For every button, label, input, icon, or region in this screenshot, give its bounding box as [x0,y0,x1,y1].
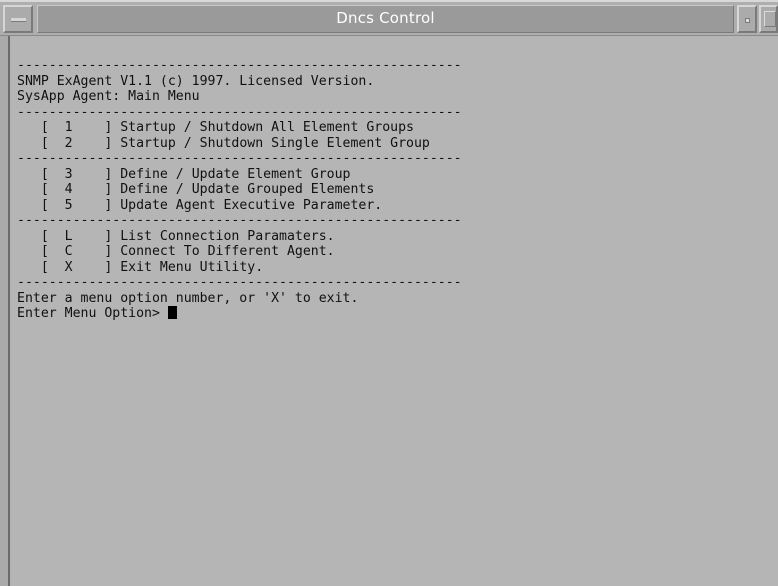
header-line: SNMP ExAgent V1.1 (c) 1997. Licensed Ver… [17,73,375,89]
menu-option-bracket: ] [72,166,121,182]
menu-option-bracket: [ [17,182,65,197]
menu-option-label: Connect To Different Agent. [120,244,335,259]
menu-option-label: List Connection Paramaters. [120,228,335,244]
menu-option-label: Define / Update Element Group [120,166,351,182]
divider: ----------------------------------------… [17,213,462,228]
menu-option-bracket: [ [17,244,65,259]
menu-option-3: [ 3 ] Define / Update Element Group [17,167,462,183]
menu-option-2: [ 2 ] Startup / Shutdown Single Element … [17,136,462,152]
window-menu-icon-glyph [11,18,26,22]
menu-option-label: Startup / Shutdown All Element Groups [120,120,414,135]
divider: ----------------------------------------… [17,275,462,290]
terminal-area[interactable]: ----------------------------------------… [12,36,778,586]
menu-option-bracket: ] [72,135,121,151]
divider: ----------------------------------------… [17,151,462,166]
menu-option-bracket: ] [72,182,121,197]
prompt-text: Enter Menu Option> [17,306,168,321]
menu-option-bracket: ] [72,259,121,275]
prompt-line[interactable]: Enter Menu Option> [17,306,462,322]
divider: ----------------------------------------… [17,58,462,73]
menu-option-bracket: [ [17,197,65,213]
menu-option-bracket: [ [17,166,65,182]
menu-option-5: [ 5 ] Update Agent Executive Parameter. [17,198,462,214]
window-menu-icon[interactable] [3,5,33,33]
header-line: SysApp Agent: Main Menu [17,89,200,104]
menu-option-bracket: [ [17,135,65,151]
menu-option-bracket: ] [72,197,121,213]
menu-option-bracket: [ [17,120,65,135]
menu-option-x: [ X ] Exit Menu Utility. [17,260,462,276]
maximize-icon-glyph [764,11,776,27]
menu-option-key: C [64,244,73,259]
menu-option-4: [ 4 ] Define / Update Grouped Elements [17,182,462,198]
minimize-icon-glyph [745,18,750,23]
menu-option-label: Update Agent Executive Parameter. [120,197,383,213]
text-cursor[interactable] [167,306,177,319]
menu-option-key: 1 [64,120,73,135]
menu-option-key: 5 [64,197,73,213]
menu-option-label: Define / Update Grouped Elements [120,182,375,197]
menu-option-key: 4 [64,182,73,197]
divider: ----------------------------------------… [17,104,462,120]
instruction-text: Enter a menu option number, or 'X' to ex… [17,290,359,306]
menu-option-label: Startup / Shutdown Single Element Group [120,135,430,151]
menu-option-key: 2 [64,135,73,151]
window-frame-left[interactable] [0,36,10,586]
menu-option-key: L [64,228,73,244]
title-area[interactable]: Dncs Control [37,5,734,33]
menu-option-key: X [64,259,73,275]
menu-option-c: [ C ] Connect To Different Agent. [17,244,462,260]
terminal-window: Dncs Control ---------------------------… [0,0,778,586]
maximize-icon[interactable] [759,5,778,33]
menu-option-bracket: ] [72,244,121,259]
terminal-screen: ----------------------------------------… [17,58,462,322]
menu-option-key: 3 [64,166,73,182]
menu-option-l: [ L ] List Connection Paramaters. [17,229,462,245]
menu-option-1: [ 1 ] Startup / Shutdown All Element Gro… [17,120,462,136]
menu-option-label: Exit Menu Utility. [120,259,264,275]
menu-option-bracket: ] [72,120,121,135]
window-title: Dncs Control [336,9,435,27]
menu-option-bracket: ] [72,228,121,244]
menu-option-bracket: [ [17,228,65,244]
minimize-icon[interactable] [737,5,757,33]
title-bar[interactable]: Dncs Control [0,0,778,36]
menu-option-bracket: [ [17,259,65,275]
